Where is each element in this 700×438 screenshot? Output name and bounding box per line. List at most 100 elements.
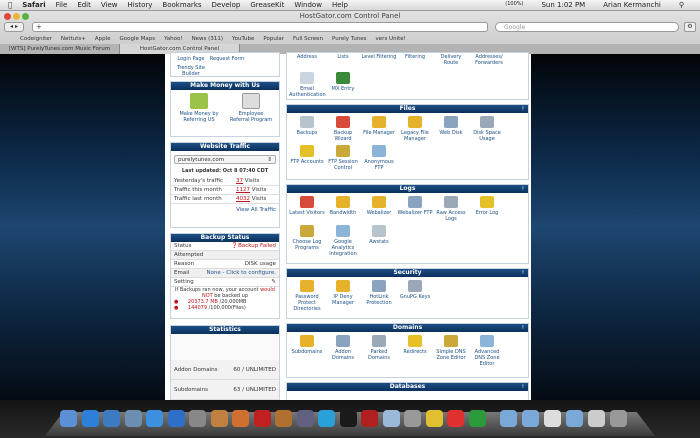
apple-icon[interactable]:  [8,1,12,9]
mail-link[interactable]: Delivery Route [433,54,469,66]
dock-app-icon[interactable] [81,410,99,427]
cpanel-link[interactable]: Anonymous FTP [361,145,397,171]
dock-app-icon[interactable] [382,410,400,427]
menu-greasekit[interactable]: GreaseKit [250,1,284,9]
backup-failed-status[interactable]: ❓Backup Failed [231,243,276,249]
bookmark[interactable]: Codeigniter [20,36,52,42]
menu-edit[interactable]: Edit [77,1,91,9]
user-name[interactable]: Arian Kermanchi [603,1,661,9]
cpanel-link[interactable]: HotLink Protection [361,280,397,312]
bookmark[interactable]: Nettuts+ [61,36,86,42]
cpanel-link[interactable]: File Manager [361,116,397,142]
cpanel-link[interactable]: Backup Wizard [325,116,361,142]
visits-link[interactable]: 4032 [236,196,250,202]
collapse-icon[interactable]: ↑ [521,383,525,391]
dock-app-icon[interactable] [447,410,464,427]
view-all-traffic-link[interactable]: View All Traffic [171,204,279,216]
dock-app-icon[interactable] [232,410,249,427]
cpanel-link[interactable]: Error Log [469,196,505,222]
bookmark[interactable]: Yahoo! [164,36,182,42]
mx-entry-link[interactable]: MX Entry [325,72,361,98]
bookmark[interactable]: Popular [263,36,284,42]
bookmark[interactable]: News (311) [192,36,223,42]
dock-app-icon[interactable] [544,410,561,427]
bookmark[interactable]: Apple [95,36,111,42]
settings-icon[interactable]: ⚙ [684,22,696,32]
menu-app[interactable]: Safari [22,1,45,9]
cpanel-link[interactable]: Google Analytics Integration [325,225,361,257]
spotlight-icon[interactable]: ⚲ [679,1,684,9]
dock-app-icon[interactable] [253,410,271,427]
menu-view[interactable]: View [101,1,118,9]
bookmark[interactable]: Full Screen [293,36,323,42]
cpanel-link[interactable]: Backups [289,116,325,142]
cpanel-link[interactable]: GnuPG Keys [397,280,433,312]
dock-app-icon[interactable] [522,410,539,427]
dock-app-icon[interactable] [60,410,77,427]
dock-app-icon[interactable] [124,410,142,427]
cpanel-link[interactable]: FTP Accounts [289,145,325,171]
tab-forum[interactable]: [WTS] PurelyTunes.com Music Forum [0,44,120,54]
clock[interactable]: Sun 1:02 PM [541,1,585,9]
cpanel-link[interactable]: Web Disk [433,116,469,142]
dock-app-icon[interactable] [339,410,357,427]
cpanel-link[interactable]: Choose Log Programs [289,225,325,257]
dock-app-icon[interactable] [275,410,292,427]
cpanel-link[interactable]: Parked Domains [361,335,397,367]
url-input[interactable]: + [32,22,488,32]
cpanel-link[interactable]: Legacy File Manager [397,116,433,142]
link-request-form[interactable]: Request Form [209,56,245,62]
menu-window[interactable]: Window [294,1,322,9]
visits-link[interactable]: 37 [236,178,243,184]
dock-app-icon[interactable] [296,410,314,427]
cpanel-link[interactable]: Password Protect Directories [289,280,325,312]
mail-link[interactable]: Level Filtering [361,54,397,66]
cpanel-link[interactable]: Bandwidth [325,196,361,222]
menu-develop[interactable]: Develop [212,1,241,9]
dock-app-icon[interactable] [361,410,378,427]
cpanel-link[interactable]: Webalizer FTP [397,196,433,222]
battery-text[interactable]: (100%) [505,1,523,9]
cpanel-link[interactable]: FTP Session Control [325,145,361,171]
menu-bookmarks[interactable]: Bookmarks [162,1,201,9]
cpanel-link[interactable]: Advanced DNS Zone Editor [469,335,505,367]
dock-app-icon[interactable] [610,410,627,427]
cpanel-link[interactable]: Webalizer [361,196,397,222]
bookmark[interactable]: YouTube [232,36,254,42]
dock-app-icon[interactable] [146,410,163,427]
cpanel-link[interactable]: Latest Visitors [289,196,325,222]
back-forward-button[interactable]: ◂ ▸ [4,22,24,32]
dock-app-icon[interactable] [588,410,605,427]
link-site-builder[interactable]: Trendy Site Builder [173,65,209,77]
employee-referral-link[interactable]: Employee Referral Program [229,93,274,123]
dock-app-icon[interactable] [103,410,120,427]
mail-link[interactable]: Addresses/ Forwarders [469,54,509,66]
cpanel-link[interactable]: IP Deny Manager [325,280,361,312]
cpanel-link[interactable]: Addon Domains [325,335,361,367]
configure-email-link[interactable]: None - Click to configure. [206,270,276,276]
link-login-page[interactable]: Login Page [173,56,209,62]
dock-app-icon[interactable] [566,410,583,427]
bookmark[interactable]: Google Maps [120,36,156,42]
mail-link[interactable]: Filtering [397,54,433,66]
mail-link[interactable]: Lists [325,54,361,66]
edit-icon[interactable]: ✎ [271,279,276,285]
referral-link[interactable]: Make Money by Referring US [177,93,222,123]
dock-app-icon[interactable] [404,410,421,427]
cpanel-link[interactable]: Subdomains [289,335,325,367]
cpanel-link[interactable]: Simple DNS Zone Editor [433,335,469,367]
visits-link[interactable]: 1127 [236,187,250,193]
bookmark[interactable]: Purely Tunes [332,36,367,42]
collapse-icon[interactable]: ↑ [521,105,525,113]
mail-link[interactable]: Address [289,54,325,66]
dock-app-icon[interactable] [189,410,206,427]
collapse-icon[interactable]: ↑ [521,324,525,332]
menu-history[interactable]: History [128,1,153,9]
collapse-icon[interactable]: ↑ [521,269,525,277]
cpanel-link[interactable]: Raw Access Logs [433,196,469,222]
email-authentication-link[interactable]: Email Authentication [289,72,326,98]
dock-app-icon[interactable] [468,410,486,427]
dock-app-icon[interactable] [318,410,335,427]
collapse-icon[interactable]: ↑ [521,185,525,193]
bookmark[interactable]: vers Unite! [376,36,406,42]
